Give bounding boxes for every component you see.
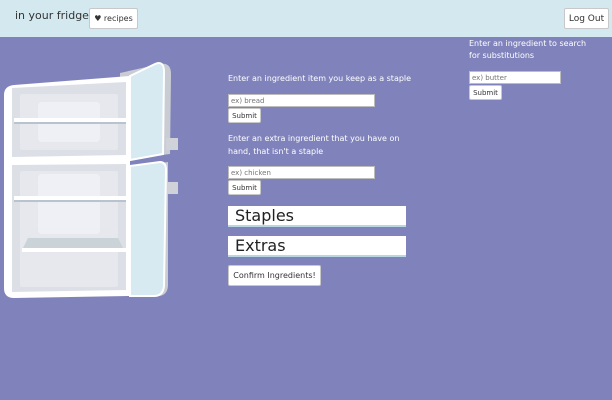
- confirm-ingredients-button[interactable]: Confirm Ingredients!: [228, 265, 321, 286]
- brand-title[interactable]: in your fridge: [15, 9, 89, 22]
- staples-list-heading: Staples: [228, 206, 406, 227]
- extra-label-line2: hand, that isn't a staple: [228, 147, 324, 156]
- logout-button[interactable]: Log Out: [564, 8, 609, 29]
- top-navbar: in your fridge ♥ recipes Log Out: [0, 0, 612, 37]
- substitution-submit-button[interactable]: Submit: [469, 85, 502, 100]
- extra-label-line1: Enter an extra ingredient that you have …: [228, 134, 400, 143]
- substitution-label-line2: for substitutions: [469, 51, 535, 60]
- extra-input[interactable]: [228, 166, 375, 179]
- recipes-button[interactable]: ♥ recipes: [89, 8, 138, 29]
- fridge-icon: [4, 62, 178, 298]
- staple-submit-button[interactable]: Submit: [228, 108, 261, 123]
- staple-input[interactable]: [228, 94, 375, 107]
- staple-label: Enter an ingredient item you keep as a s…: [228, 74, 412, 83]
- fridge-illustration: [0, 58, 185, 307]
- extra-submit-button[interactable]: Submit: [228, 180, 261, 195]
- extras-list-heading: Extras: [228, 236, 406, 257]
- substitution-input[interactable]: [469, 71, 561, 84]
